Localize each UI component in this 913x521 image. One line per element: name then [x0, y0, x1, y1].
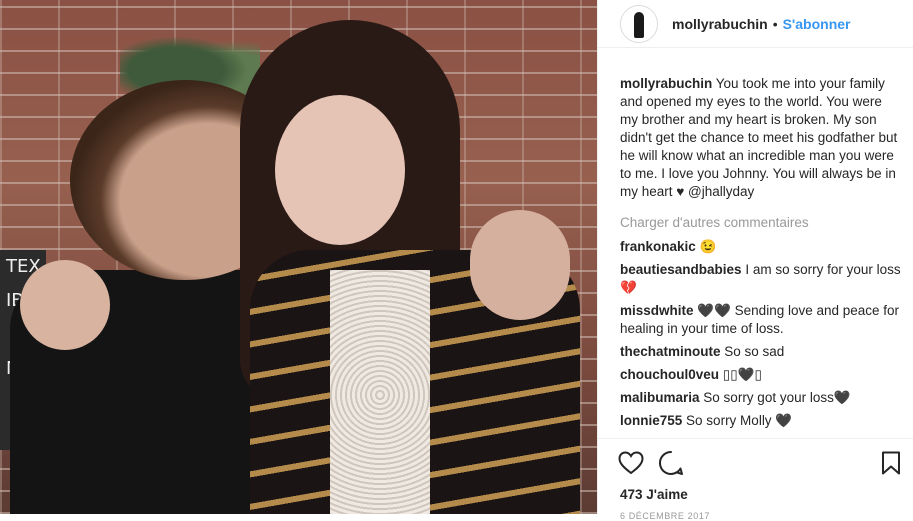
photo-lace-top	[330, 270, 430, 514]
heart-icon[interactable]	[618, 451, 644, 475]
comment-text: 😉	[699, 239, 717, 254]
comment-username[interactable]: thechatminoute	[620, 344, 721, 359]
comment-username[interactable]: beautiesandbabies	[620, 262, 742, 277]
avatar-figure	[634, 11, 644, 38]
photo-arm-left	[20, 260, 110, 350]
post-side-panel: mollyrabuchin • S'abonner mollyrabuchin …	[597, 0, 913, 521]
comment-username[interactable]: chouchoul0veu	[620, 367, 719, 382]
comment-item: thechatminoute So so sad	[620, 343, 903, 361]
comment-icon[interactable]	[658, 450, 684, 476]
photo-face-woman	[275, 95, 405, 245]
comment-username[interactable]: lonnie755	[620, 413, 682, 428]
post-photo[interactable]: TEX IBO MO	[0, 0, 597, 514]
comment-item: beautiesandbabies I am so sorry for your…	[620, 261, 903, 297]
avatar[interactable]	[620, 4, 658, 43]
instagram-post: TEX IBO MO mollyrabuchin • S'abonner mol…	[0, 0, 913, 521]
comment-text: So sorry got your loss🖤	[703, 390, 851, 405]
comment-item: missdwhite 🖤🖤 Sending love and peace for…	[620, 302, 903, 338]
header-separator: •	[772, 15, 778, 32]
comments-list[interactable]: mollyrabuchin You took me into your fami…	[620, 60, 903, 438]
follow-button[interactable]: S'abonner	[783, 16, 851, 32]
comment-item: chouchoul0veu ▯▯🖤▯	[620, 366, 903, 384]
comment-username[interactable]: malibumaria	[620, 390, 700, 405]
comment-text: ▯▯🖤▯	[722, 367, 762, 382]
comment-username[interactable]: frankonakic	[620, 239, 696, 254]
post-caption: mollyrabuchin You took me into your fami…	[620, 75, 903, 201]
action-icons	[598, 439, 913, 477]
comment-item: malibumaria So sorry got your loss🖤	[620, 389, 903, 407]
caption-username[interactable]: mollyrabuchin	[620, 76, 712, 91]
comment-username[interactable]: missdwhite	[620, 303, 694, 318]
comments-fade	[620, 428, 903, 438]
photo-arm-right	[470, 210, 570, 320]
load-more-comments[interactable]: Charger d'autres commentaires	[620, 214, 903, 232]
comment-text: So sorry Molly 🖤	[686, 413, 793, 428]
caption-text: You took me into your family and opened …	[620, 76, 898, 199]
post-actions: 473 J'aime 6 DÉCEMBRE 2017	[598, 438, 913, 521]
post-date: 6 DÉCEMBRE 2017	[620, 511, 711, 521]
comment-item: frankonakic 😉	[620, 238, 903, 256]
likes-count[interactable]: 473 J'aime	[598, 487, 913, 502]
bookmark-icon[interactable]	[881, 451, 901, 475]
comment-text: So so sad	[724, 344, 785, 359]
post-header: mollyrabuchin • S'abonner	[598, 0, 913, 48]
header-username[interactable]: mollyrabuchin	[672, 16, 768, 32]
